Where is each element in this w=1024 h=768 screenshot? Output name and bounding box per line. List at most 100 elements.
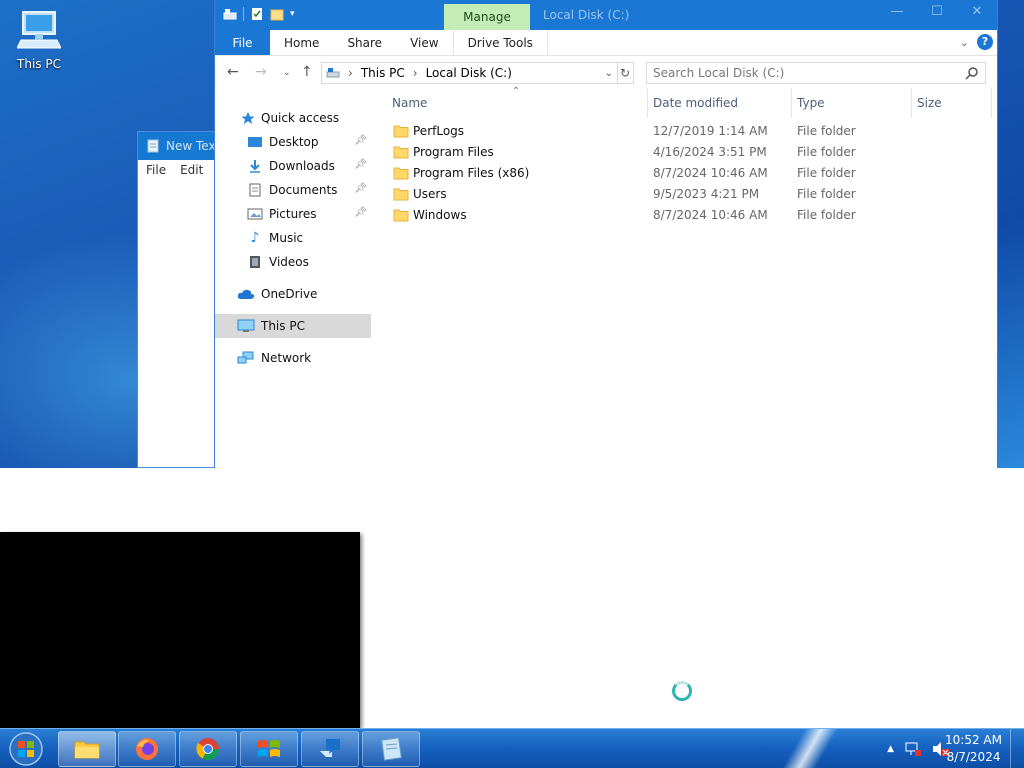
- file-type: File folder: [797, 124, 856, 138]
- table-row[interactable]: Program Files 4/16/2024 3:51 PM File fol…: [377, 142, 987, 163]
- taskbar-firefox[interactable]: [118, 731, 176, 767]
- nav-network[interactable]: Network: [215, 346, 371, 370]
- column-divider[interactable]: [911, 88, 912, 118]
- help-icon[interactable]: ?: [977, 34, 993, 50]
- column-divider[interactable]: [791, 88, 792, 118]
- file-name: Windows: [413, 208, 467, 222]
- tab-file[interactable]: File: [215, 30, 270, 55]
- show-desktop-button[interactable]: [1010, 729, 1024, 768]
- star-icon: [241, 112, 255, 124]
- forward-arrow-icon[interactable]: →: [255, 64, 267, 80]
- taskbar-notepad[interactable]: [362, 731, 420, 767]
- nav-label: Videos: [269, 255, 309, 269]
- column-header-size[interactable]: Size: [917, 96, 942, 110]
- properties-icon[interactable]: [250, 7, 264, 21]
- notepad-menu-file[interactable]: File: [146, 163, 166, 177]
- taskbar-windows-app[interactable]: [240, 731, 298, 767]
- nav-onedrive[interactable]: OneDrive: [215, 282, 371, 306]
- file-name: Program Files: [413, 145, 494, 159]
- network-status-icon[interactable]: [904, 741, 922, 757]
- explorer-titlebar[interactable]: ▾ Manage Local Disk (C:) — ☐ ✕: [215, 0, 997, 30]
- address-field[interactable]: › This PC › Local Disk (C:) ⌄: [321, 62, 618, 84]
- nav-desktop[interactable]: Desktop 📌︎: [215, 130, 371, 154]
- network-icon: [237, 351, 254, 364]
- taskbar-chat[interactable]: [301, 731, 359, 767]
- nav-documents[interactable]: Documents 📌︎: [215, 178, 371, 202]
- nav-music[interactable]: ♪ Music: [215, 226, 371, 250]
- folder-icon: [393, 167, 409, 180]
- refresh-icon[interactable]: ↻: [617, 62, 634, 84]
- pin-icon[interactable]: 📌︎: [354, 183, 367, 194]
- column-divider[interactable]: [647, 88, 648, 118]
- table-row[interactable]: PerfLogs 12/7/2019 1:14 AM File folder: [377, 121, 987, 142]
- show-hidden-icons-icon[interactable]: ▲: [887, 744, 894, 754]
- chrome-icon: [196, 738, 219, 760]
- file-date: 8/7/2024 10:46 AM: [653, 166, 768, 180]
- tab-manage[interactable]: Manage: [444, 4, 530, 30]
- nav-quick-access[interactable]: Quick access: [215, 106, 371, 130]
- desktop-icon-this-pc[interactable]: This PC: [10, 8, 68, 71]
- window-title: Local Disk (C:): [543, 8, 630, 22]
- breadcrumb-local-disk[interactable]: Local Disk (C:): [426, 66, 512, 80]
- nav-this-pc[interactable]: This PC: [215, 314, 371, 338]
- start-button[interactable]: [6, 731, 46, 767]
- tab-drive-tools[interactable]: Drive Tools: [452, 30, 548, 55]
- close-icon[interactable]: ✕: [963, 4, 991, 19]
- notepad-title: New Tex: [166, 139, 216, 153]
- maximize-icon[interactable]: ☐: [923, 4, 951, 19]
- column-divider[interactable]: [991, 88, 992, 118]
- clock[interactable]: 10:52 AM 8/7/2024: [945, 732, 1002, 766]
- search-input[interactable]: Search Local Disk (C:): [646, 62, 986, 84]
- desktop-folder-icon: [248, 137, 262, 147]
- notepad-menubar: File Edit F: [138, 160, 226, 180]
- this-pc-icon: [16, 11, 62, 49]
- nav-videos[interactable]: Videos: [215, 250, 371, 274]
- nav-label: Music: [269, 231, 304, 245]
- nav-pictures[interactable]: Pictures 📌︎: [215, 202, 371, 226]
- file-name: Program Files (x86): [413, 166, 530, 180]
- customize-qat-icon[interactable]: ▾: [290, 9, 295, 19]
- pin-icon[interactable]: 📌︎: [354, 135, 367, 146]
- nav-label: Desktop: [269, 135, 319, 149]
- column-header-type[interactable]: Type: [797, 96, 825, 110]
- folder-icon: [393, 146, 409, 159]
- table-row[interactable]: Program Files (x86) 8/7/2024 10:46 AM Fi…: [377, 163, 987, 184]
- new-folder-icon[interactable]: [270, 7, 284, 21]
- nav-label: Documents: [269, 183, 338, 197]
- address-dropdown-icon[interactable]: ⌄: [605, 68, 613, 79]
- document-icon: [249, 183, 261, 197]
- breadcrumb-this-pc[interactable]: This PC: [361, 66, 405, 80]
- nav-downloads[interactable]: Downloads 📌︎: [215, 154, 371, 178]
- drive-icon: [326, 68, 340, 78]
- expand-ribbon-icon[interactable]: ⌄: [960, 36, 969, 49]
- address-bar-row: ← → ⌄ ↑ › This PC › Local Disk (C:) ⌄ ↻ …: [215, 56, 997, 88]
- taskbar-file-explorer[interactable]: [58, 731, 116, 767]
- nav-label: OneDrive: [261, 287, 318, 301]
- table-row[interactable]: Users 9/5/2023 4:21 PM File folder: [377, 184, 987, 205]
- pin-icon[interactable]: 📌︎: [354, 207, 367, 218]
- file-date: 4/16/2024 3:51 PM: [653, 145, 767, 159]
- sort-ascending-icon: ⌃: [512, 86, 521, 97]
- music-note-icon: ♪: [250, 230, 260, 246]
- pin-icon[interactable]: 📌︎: [354, 159, 367, 170]
- taskbar: ▲ 10:52 AM 8/7/2024: [0, 728, 1024, 768]
- recent-locations-icon[interactable]: ⌄: [283, 68, 291, 78]
- taskbar-chrome[interactable]: [179, 731, 237, 767]
- table-row[interactable]: Windows 8/7/2024 10:46 AM File folder: [377, 205, 987, 226]
- notepad-titlebar[interactable]: New Tex: [138, 132, 226, 160]
- up-arrow-icon[interactable]: ↑: [301, 64, 313, 80]
- minimize-icon[interactable]: —: [883, 4, 911, 19]
- back-arrow-icon[interactable]: ←: [227, 64, 239, 80]
- tab-home[interactable]: Home: [270, 30, 333, 55]
- notepad-icon: [381, 737, 402, 761]
- column-header-name[interactable]: Name: [392, 96, 427, 110]
- notepad-menu-edit[interactable]: Edit: [180, 163, 203, 177]
- taskbar-light-streak: [780, 729, 840, 768]
- quick-access-toolbar: ▾: [223, 7, 295, 21]
- ribbon-right-controls: ⌄ ?: [960, 34, 993, 50]
- film-icon: [250, 256, 260, 268]
- tab-share[interactable]: Share: [333, 30, 396, 55]
- tab-view[interactable]: View: [396, 30, 452, 55]
- file-explorer-window[interactable]: ▾ Manage Local Disk (C:) — ☐ ✕ File Home…: [214, 0, 998, 468]
- column-header-date[interactable]: Date modified: [653, 96, 738, 110]
